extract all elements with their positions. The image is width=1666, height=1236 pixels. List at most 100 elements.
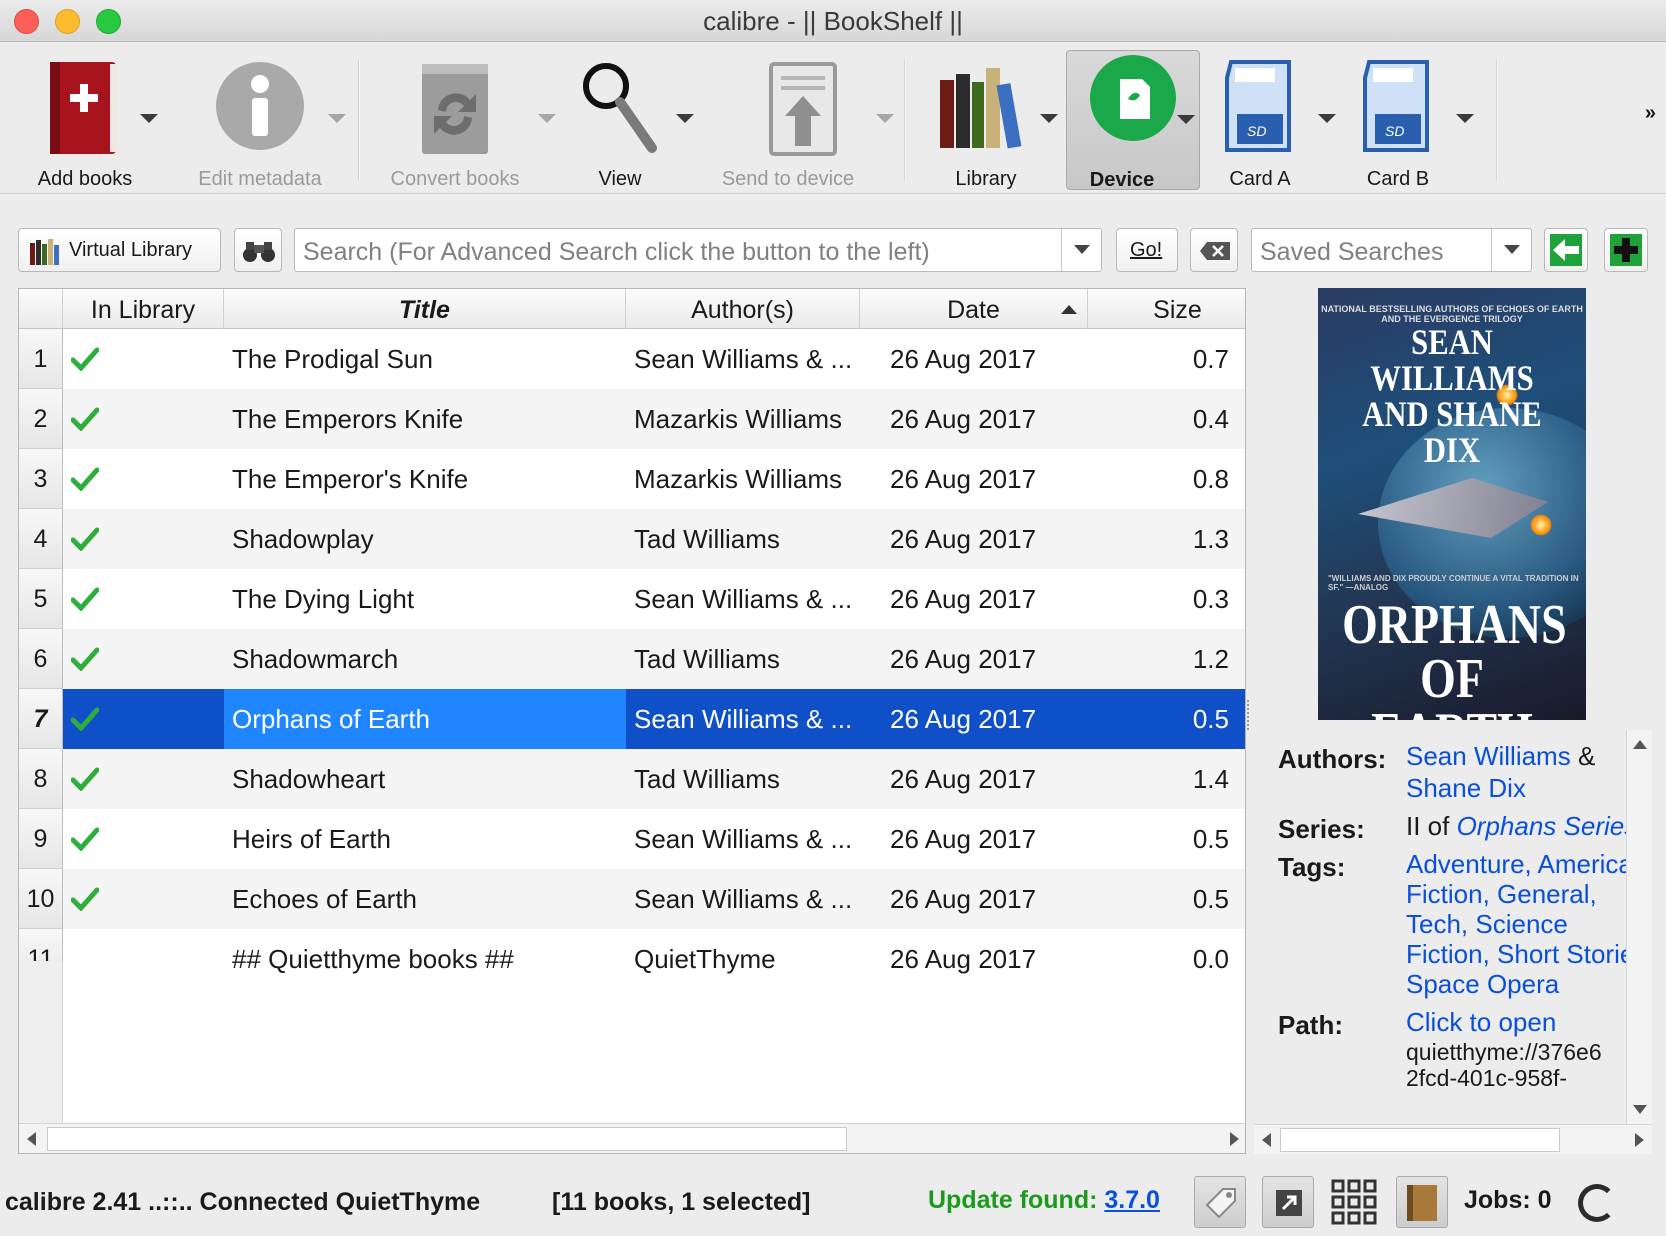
- virtual-library-button[interactable]: Virtual Library: [18, 228, 221, 272]
- card-b-dropdown-icon[interactable]: [1456, 114, 1474, 123]
- row-number[interactable]: 5: [19, 569, 63, 629]
- author-cell[interactable]: Mazarkis Williams: [626, 449, 860, 509]
- author-cell[interactable]: Sean Williams & ...: [626, 809, 860, 869]
- title-cell[interactable]: The Emperor's Knife: [224, 449, 626, 509]
- size-cell[interactable]: 1.3: [1088, 509, 1245, 569]
- author-link[interactable]: Sean Williams: [1406, 741, 1571, 771]
- card-b-button[interactable]: SD Card B: [1348, 50, 1488, 190]
- title-cell[interactable]: Shadowmarch: [224, 629, 626, 689]
- size-cell[interactable]: 0.8: [1088, 449, 1245, 509]
- tags-line[interactable]: Tech, Science: [1406, 908, 1628, 940]
- table-row[interactable]: 4 Shadowplay Tad Williams 26 Aug 2017 1.3: [19, 509, 1245, 569]
- view-button[interactable]: View: [560, 50, 694, 190]
- edit-metadata-button[interactable]: Edit metadata: [170, 50, 350, 190]
- date-cell[interactable]: 26 Aug 2017: [860, 629, 1088, 689]
- author-cell[interactable]: Mazarkis Williams: [626, 389, 860, 449]
- author-cell[interactable]: Tad Williams: [626, 749, 860, 809]
- size-cell[interactable]: 0.5: [1088, 809, 1245, 869]
- size-cell[interactable]: 0.3: [1088, 569, 1245, 629]
- size-cell[interactable]: 0.7: [1088, 329, 1245, 389]
- cover-browser-toggle[interactable]: [1396, 1176, 1448, 1228]
- card-a-button[interactable]: SD Card A: [1210, 50, 1350, 190]
- table-row[interactable]: 8 Shadowheart Tad Williams 26 Aug 2017 1.4: [19, 749, 1245, 809]
- open-path-link[interactable]: Click to open: [1406, 1006, 1628, 1038]
- author-cell[interactable]: QuietThyme: [626, 929, 860, 989]
- table-row[interactable]: 2 The Emperors Knife Mazarkis Williams 26 A…: [19, 389, 1245, 449]
- date-cell[interactable]: 26 Aug 2017: [860, 509, 1088, 569]
- size-cell[interactable]: 1.2: [1088, 629, 1245, 689]
- title-cell[interactable]: The Emperors Knife: [224, 389, 626, 449]
- title-cell[interactable]: Heirs of Earth: [224, 809, 626, 869]
- save-search-button[interactable]: [1604, 228, 1648, 272]
- scroll-right-icon[interactable]: [1635, 1133, 1644, 1147]
- edit-metadata-dropdown-icon[interactable]: [328, 114, 346, 123]
- title-cell[interactable]: Orphans of Earth: [224, 689, 626, 749]
- title-cell[interactable]: The Prodigal Sun: [224, 329, 626, 389]
- size-cell[interactable]: 0.0: [1088, 929, 1245, 989]
- date-cell[interactable]: 26 Aug 2017: [860, 869, 1088, 929]
- update-version-link[interactable]: 3.7.0: [1104, 1186, 1160, 1214]
- library-button[interactable]: Library: [916, 50, 1058, 190]
- scroll-left-icon[interactable]: [27, 1132, 36, 1146]
- saved-searches-dropdown[interactable]: [1491, 229, 1531, 271]
- author-cell[interactable]: Sean Williams & ...: [626, 869, 860, 929]
- search-history-dropdown[interactable]: [1061, 229, 1101, 271]
- book-cover-image[interactable]: NATIONAL BESTSELLING AUTHORS OF ECHOES O…: [1318, 288, 1586, 720]
- series-link[interactable]: Orphans Series: [1457, 811, 1628, 841]
- table-row[interactable]: 5 The Dying Light Sean Williams & ... 26 Au…: [19, 569, 1245, 629]
- column-header-authors[interactable]: Author(s): [626, 289, 860, 329]
- title-cell[interactable]: Shadowheart: [224, 749, 626, 809]
- tags-line[interactable]: Adventure, American: [1406, 848, 1628, 880]
- card-a-dropdown-icon[interactable]: [1318, 114, 1336, 123]
- date-cell[interactable]: 26 Aug 2017: [860, 809, 1088, 869]
- row-number[interactable]: 4: [19, 509, 63, 569]
- date-cell[interactable]: 26 Aug 2017: [860, 689, 1088, 749]
- row-number[interactable]: 9: [19, 809, 63, 869]
- table-row[interactable]: 1 The Prodigal Sun Sean Williams & ... 26 A…: [19, 329, 1245, 389]
- send-to-device-button[interactable]: Send to device: [708, 50, 898, 190]
- convert-books-dropdown-icon[interactable]: [538, 114, 556, 123]
- copy-search-button[interactable]: [1544, 228, 1588, 272]
- size-cell[interactable]: 0.5: [1088, 689, 1245, 749]
- table-horizontal-scrollbar[interactable]: [19, 1123, 1245, 1153]
- scroll-up-icon[interactable]: [1633, 740, 1647, 749]
- date-cell[interactable]: 26 Aug 2017: [860, 569, 1088, 629]
- column-header-title[interactable]: Title: [224, 289, 626, 329]
- row-number[interactable]: 8: [19, 749, 63, 809]
- column-header-date[interactable]: Date: [860, 289, 1088, 329]
- tags-line[interactable]: Fiction, Short Stories: [1406, 938, 1628, 970]
- row-number[interactable]: 1: [19, 329, 63, 389]
- author-cell[interactable]: Tad Williams: [626, 509, 860, 569]
- date-cell[interactable]: 26 Aug 2017: [860, 449, 1088, 509]
- title-cell[interactable]: The Dying Light: [224, 569, 626, 629]
- device-button[interactable]: Device: [1066, 50, 1200, 191]
- library-dropdown-icon[interactable]: [1040, 114, 1058, 123]
- title-cell[interactable]: Shadowplay: [224, 509, 626, 569]
- author-cell[interactable]: Tad Williams: [626, 629, 860, 689]
- table-row[interactable]: 3 The Emperor's Knife Mazarkis Williams 26 …: [19, 449, 1245, 509]
- author-cell[interactable]: Sean Williams & ...: [626, 329, 860, 389]
- device-dropdown-icon[interactable]: [1177, 115, 1195, 124]
- toolbar-overflow-button[interactable]: »: [1645, 102, 1656, 125]
- book-details-toggle[interactable]: [1262, 1176, 1314, 1228]
- size-cell[interactable]: 0.4: [1088, 389, 1245, 449]
- size-cell[interactable]: 1.4: [1088, 749, 1245, 809]
- saved-searches-select[interactable]: Saved Searches: [1251, 228, 1532, 272]
- table-row[interactable]: 11 ## Quietthyme books ## QuietThyme 26 Aug…: [19, 929, 1245, 989]
- row-number[interactable]: 2: [19, 389, 63, 449]
- date-cell[interactable]: 26 Aug 2017: [860, 329, 1088, 389]
- row-number[interactable]: 7: [19, 689, 63, 749]
- table-row[interactable]: 7 Orphans of Earth Sean Williams & ... 26 A…: [19, 689, 1245, 749]
- details-vertical-scrollbar[interactable]: [1626, 730, 1652, 1124]
- row-number[interactable]: 3: [19, 449, 63, 509]
- scroll-left-icon[interactable]: [1262, 1133, 1271, 1147]
- date-cell[interactable]: 26 Aug 2017: [860, 389, 1088, 449]
- title-cell[interactable]: ## Quietthyme books ##: [224, 929, 626, 989]
- author-cell[interactable]: Sean Williams & ...: [626, 689, 860, 749]
- date-cell[interactable]: 26 Aug 2017: [860, 749, 1088, 809]
- details-horizontal-scrollbar[interactable]: [1254, 1124, 1652, 1154]
- author-cell[interactable]: Sean Williams & ...: [626, 569, 860, 629]
- tags-line[interactable]: Space Opera: [1406, 968, 1628, 1000]
- advanced-search-button[interactable]: [234, 228, 282, 272]
- size-cell[interactable]: 0.5: [1088, 869, 1245, 929]
